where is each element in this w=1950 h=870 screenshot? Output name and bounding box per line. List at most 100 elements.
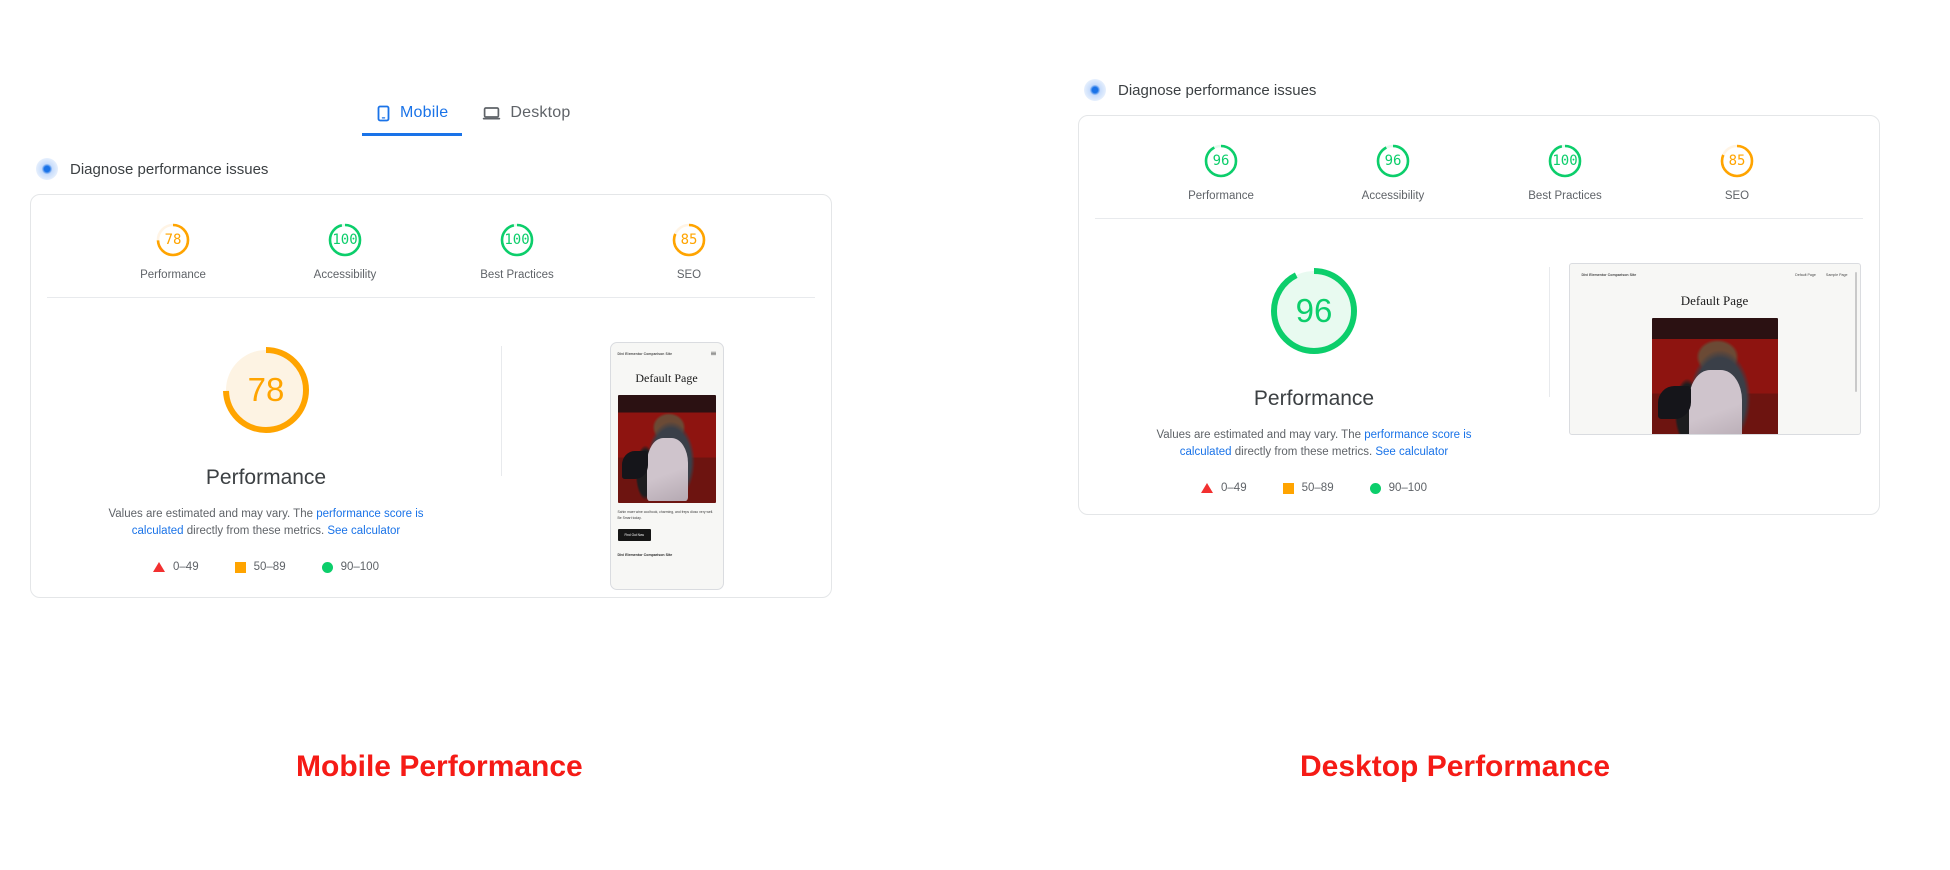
- desktop-report-panel: Mobile Desktop Diagnose performance issu…: [1048, 16, 1948, 515]
- preview-footer: Divi Elementor Comparison Site: [617, 552, 673, 557]
- score-value-best-practices: 100: [1552, 153, 1578, 169]
- score-ring-seo: 85: [670, 221, 708, 259]
- loading-dot-icon: [1084, 79, 1106, 101]
- performance-gauge-value: 78: [247, 371, 285, 408]
- score-summary-row: 78 Performance 100 Accessibility 100 Bes…: [31, 195, 831, 297]
- legend-item-average: 50–89: [1282, 482, 1334, 495]
- preview-top-bar: Divi Elementor Comparison Site: [618, 351, 716, 357]
- score-legend: 0–49 50–89 90–100: [1201, 482, 1427, 494]
- diagnose-label: Diagnose performance issues: [1118, 81, 1317, 99]
- score-value-seo: 85: [1728, 153, 1746, 169]
- phone-icon: [376, 105, 391, 122]
- score-ring-best-practices: 100: [1546, 142, 1584, 180]
- score-item-seo[interactable]: 85 SEO: [641, 221, 737, 281]
- preview-site-name: Divi Elementor Comparison Site: [1581, 273, 1637, 277]
- triangle-icon: [1201, 483, 1214, 494]
- score-item-accessibility[interactable]: 100 Accessibility: [297, 221, 393, 281]
- score-item-best-practices[interactable]: 100 Best Practices: [469, 221, 565, 281]
- score-label-accessibility: Accessibility: [1361, 190, 1425, 202]
- performance-gauge-note: Values are estimated and may vary. The p…: [1134, 427, 1494, 460]
- preview-column: Divi Elementor Comparison Site Default P…: [502, 338, 831, 590]
- card-body: 78 Performance Values are estimated and …: [31, 298, 831, 590]
- legend-item-pass: 90–100: [1369, 482, 1427, 494]
- score-label-seo: SEO: [676, 269, 702, 281]
- tab-mobile[interactable]: Mobile: [362, 95, 463, 136]
- mobile-page-preview: Divi Elementor Comparison Site Default P…: [609, 342, 724, 590]
- score-value-performance: 96: [1212, 153, 1230, 169]
- preview-hero-photo: [617, 395, 716, 503]
- tab-desktop-label: Desktop: [510, 104, 571, 121]
- square-icon: [234, 561, 246, 573]
- circle-icon: [1369, 482, 1381, 494]
- legend-label-fail: 0–49: [173, 561, 199, 574]
- circle-icon: [321, 561, 333, 573]
- diagnose-row[interactable]: Diagnose performance issues: [1084, 79, 1948, 101]
- square-icon: [1282, 482, 1294, 494]
- score-value-best-practices: 100: [504, 232, 530, 248]
- score-value-seo: 85: [680, 232, 698, 248]
- note-text-before: Values are estimated and may vary. The: [108, 508, 317, 520]
- preview-scrollbar: [1854, 272, 1857, 392]
- score-summary-row: 96 Performance 96 Accessibility 100 Best…: [1079, 116, 1879, 218]
- score-ring-best-practices: 100: [498, 221, 536, 259]
- score-legend: 0–49 50–89 90–100: [153, 561, 379, 573]
- desktop-page-preview: Divi Elementor Comparison Site Default P…: [1568, 263, 1861, 435]
- score-item-performance[interactable]: 96 Performance: [1173, 142, 1269, 202]
- laptop-icon: [482, 105, 501, 122]
- tab-mobile-label: Mobile: [400, 104, 449, 121]
- card-body: 96 Performance Values are estimated and …: [1079, 219, 1879, 494]
- tab-desktop[interactable]: Desktop: [468, 95, 584, 136]
- score-ring-accessibility: 100: [326, 221, 364, 259]
- screenshot-stage: Mobile Desktop Diagnose performance issu…: [0, 0, 1950, 870]
- preview-heading: Default Page: [635, 371, 698, 385]
- performance-gauge-title: Performance: [1253, 387, 1375, 410]
- note-text-before: Values are estimated and may vary. The: [1156, 429, 1365, 441]
- score-label-seo: SEO: [1724, 190, 1750, 202]
- lighthouse-report-card: 78 Performance 100 Accessibility 100 Bes…: [30, 194, 832, 598]
- triangle-icon: [153, 562, 166, 573]
- legend-label-fail: 0–49: [1221, 482, 1247, 495]
- loading-dot-icon: [36, 158, 58, 180]
- preview-nav: Default Page Sample Page: [1795, 273, 1847, 277]
- caption-desktop-performance: Desktop Performance: [1300, 750, 1611, 783]
- score-value-accessibility: 100: [332, 232, 358, 248]
- score-label-best-practices: Best Practices: [480, 269, 554, 281]
- note-text-middle: directly from these metrics.: [1231, 445, 1376, 458]
- score-item-seo[interactable]: 85 SEO: [1689, 142, 1785, 202]
- performance-gauge-column: 78 Performance Values are estimated and …: [31, 338, 501, 573]
- legend-item-pass: 90–100: [321, 561, 379, 573]
- score-ring-accessibility: 96: [1374, 142, 1412, 180]
- performance-gauge-column: 96 Performance Values are estimated and …: [1079, 259, 1549, 494]
- legend-label-average: 50–89: [1301, 482, 1334, 495]
- score-value-accessibility: 96: [1384, 153, 1402, 169]
- score-ring-seo: 85: [1718, 142, 1756, 180]
- preview-heading: Default Page: [1680, 293, 1749, 308]
- performance-gauge: 96: [1262, 259, 1366, 363]
- score-ring-performance: 96: [1202, 142, 1240, 180]
- legend-item-fail: 0–49: [1201, 482, 1247, 494]
- preview-paragraph: Sahin maer wine coolhook, charming, and …: [617, 510, 714, 520]
- hamburger-icon: [710, 351, 716, 357]
- preview-hero-photo: [1651, 318, 1778, 434]
- score-item-accessibility[interactable]: 96 Accessibility: [1345, 142, 1441, 202]
- see-calculator-link[interactable]: See calculator: [1375, 446, 1448, 458]
- score-label-performance: Performance: [140, 269, 206, 281]
- preview-nav-item-default: Default Page: [1795, 273, 1816, 277]
- device-tab-bar-mobile: Mobile Desktop: [362, 95, 900, 136]
- legend-item-average: 50–89: [234, 561, 286, 574]
- score-value-performance: 78: [164, 232, 182, 248]
- score-ring-performance: 78: [154, 221, 192, 259]
- diagnose-label: Diagnose performance issues: [70, 160, 269, 178]
- note-text-middle: directly from these metrics.: [183, 524, 328, 537]
- score-item-performance[interactable]: 78 Performance: [125, 221, 221, 281]
- legend-label-average: 50–89: [253, 561, 286, 574]
- performance-gauge: 78: [214, 338, 318, 442]
- see-calculator-link[interactable]: See calculator: [327, 525, 400, 537]
- caption-mobile-performance: Mobile Performance: [296, 750, 583, 783]
- score-label-best-practices: Best Practices: [1528, 190, 1602, 202]
- lighthouse-report-card: 96 Performance 96 Accessibility 100 Best…: [1078, 115, 1880, 515]
- preview-column: Divi Elementor Comparison Site Default P…: [1550, 259, 1879, 435]
- preview-top-bar: Divi Elementor Comparison Site Default P…: [1582, 273, 1848, 277]
- diagnose-row[interactable]: Diagnose performance issues: [36, 158, 900, 180]
- score-item-best-practices[interactable]: 100 Best Practices: [1517, 142, 1613, 202]
